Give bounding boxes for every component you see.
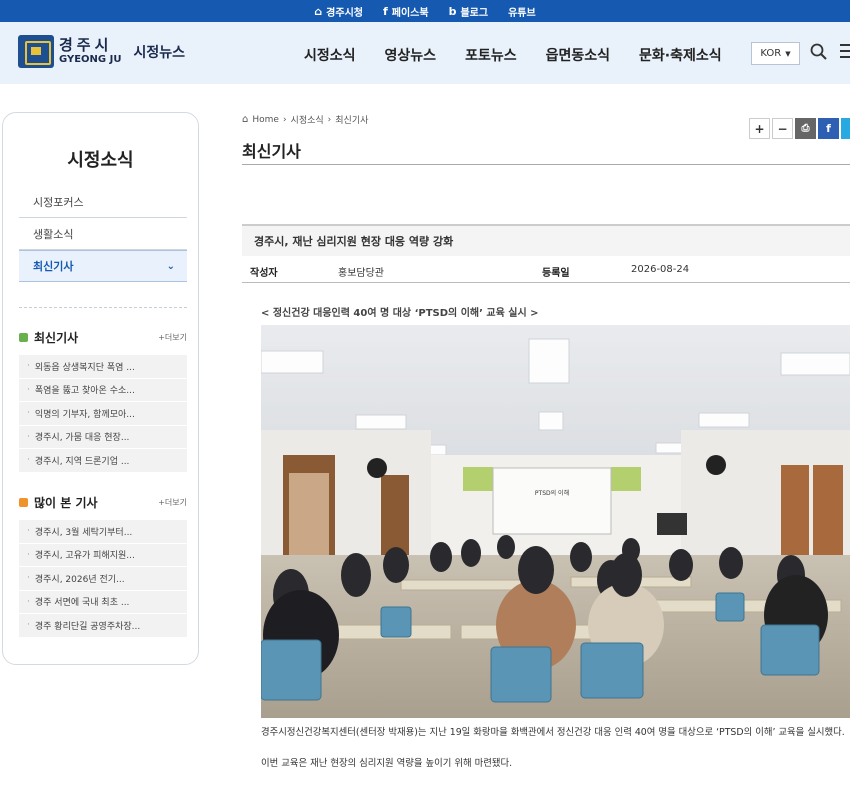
topbar-link-facebook[interactable]: f 페이스북	[383, 4, 429, 19]
hamburger-menu-icon[interactable]	[840, 44, 850, 58]
latest-box-header: 최신기사 +더보기	[19, 329, 187, 346]
topbar-link-blog[interactable]: b 블로그	[449, 4, 488, 19]
blog-icon: b	[448, 4, 457, 18]
nav-festival-news[interactable]: 문화·축제소식	[639, 45, 722, 65]
breadcrumb-level2[interactable]: 최신기사	[335, 113, 368, 126]
latest-more-link[interactable]: +더보기	[158, 332, 187, 343]
orange-square-icon	[19, 498, 28, 507]
breadcrumb-home[interactable]: Home	[252, 115, 279, 125]
popular-box-header: 많이 본 기사 +더보기	[19, 494, 187, 511]
list-item[interactable]: 경주시, 지역 드론기업 ...	[19, 449, 187, 473]
home-icon: ⌂	[314, 4, 323, 18]
page-title: 최신기사	[242, 142, 301, 161]
twitter-share-icon[interactable]	[841, 118, 850, 139]
city-emblem-icon	[18, 35, 54, 68]
logo-korean-text: 경주시	[59, 36, 113, 54]
author-label: 작성자	[250, 268, 278, 279]
author-value: 홍보담당관	[338, 268, 384, 279]
list-item[interactable]: 경주 황리단길 공영주차장...	[19, 614, 187, 638]
section-name: 시정뉴스	[133, 44, 185, 61]
article-title: 경주시, 재난 심리지원 현장 대응 역량 강화	[242, 224, 850, 256]
article-paragraph: 경주시정신건강복지센터(센터장 박재용)는 지난 19일 화랑마을 화백관에서 …	[261, 727, 845, 738]
latest-box-title: 최신기사	[34, 331, 79, 345]
sidebar-divider	[19, 307, 187, 308]
article-meta: 작성자 홍보담당관 등록일 2026-08-24	[242, 258, 850, 283]
topbar-link-youtube[interactable]: 유튜브	[508, 4, 536, 19]
chevron-right-icon: ›	[327, 114, 332, 125]
list-item[interactable]: 경주시, 고유가 피해지원...	[19, 543, 187, 567]
topbar-link-city-hall[interactable]: ⌂ 경주시청	[314, 4, 363, 19]
site-header: 경주시 GYEONG JU 시정뉴스 시정소식 영상뉴스 포토뉴스 읍면동소식 …	[0, 22, 850, 84]
search-icon[interactable]	[810, 43, 827, 60]
home-icon: ⌂	[242, 114, 249, 125]
breadcrumb: ⌂ Home › 시정소식 › 최신기사	[242, 113, 368, 126]
list-item[interactable]: 경주시, 가뭄 대응 현장...	[19, 425, 187, 449]
article-paragraph: 이번 교육은 재난 현장의 심리지원 역량을 높이기 위해 마련됐다.	[261, 758, 513, 769]
logo-english-text: GYEONG JU	[59, 54, 122, 65]
article-photo: PTSD의 이해	[261, 325, 850, 718]
list-item[interactable]: 경주시, 3월 세탁기부터...	[19, 520, 187, 544]
print-icon[interactable]: ⎙	[795, 118, 816, 139]
date-label: 등록일	[542, 268, 570, 279]
list-item[interactable]: 폭염을 뚫고 찾아온 수소...	[19, 378, 187, 402]
chevron-down-icon: ⌄	[166, 260, 175, 272]
sidebar: 시정소식 시정포커스 생활소식 최신기사⌄ 최신기사 +더보기 외동읍 상생복지…	[2, 112, 199, 665]
facebook-share-icon[interactable]: f	[818, 118, 839, 139]
caret-down-icon: ▼	[785, 49, 791, 58]
facebook-icon: f	[382, 4, 388, 18]
title-divider	[242, 164, 850, 165]
nav-district-news[interactable]: 읍면동소식	[546, 45, 610, 65]
zoom-in-button[interactable]: +	[749, 118, 770, 139]
sidebar-item-life-news[interactable]: 생활소식	[19, 218, 187, 250]
language-select[interactable]: KOR ▼	[751, 42, 800, 65]
sidebar-item-focus[interactable]: 시정포커스	[19, 186, 187, 218]
page-tools: + − ⎙ f	[749, 118, 850, 139]
site-logo[interactable]: 경주시 GYEONG JU 시정뉴스	[18, 35, 185, 68]
list-item[interactable]: 익명의 기부자, 함께모아...	[19, 402, 187, 426]
latest-list: 외동읍 상생복지단 폭염 ... 폭염을 뚫고 찾아온 수소... 익명의 기부…	[19, 355, 187, 473]
screen-text: PTSD의 이해	[535, 489, 569, 497]
popular-list: 경주시, 3월 세탁기부터... 경주시, 고유가 피해지원... 경주시, 2…	[19, 520, 187, 638]
zoom-out-button[interactable]: −	[772, 118, 793, 139]
date-value: 2026-08-24	[631, 264, 690, 275]
list-item[interactable]: 경주시, 2026년 전기...	[19, 567, 187, 591]
list-item[interactable]: 외동읍 상생복지단 폭염 ...	[19, 355, 187, 379]
chevron-right-icon: ›	[282, 114, 287, 125]
sidebar-menu: 시정포커스 생활소식 최신기사 ⌄	[19, 186, 187, 282]
popular-box-title: 많이 본 기사	[34, 496, 98, 510]
nav-video-news[interactable]: 영상뉴스	[385, 45, 437, 65]
list-item[interactable]: 경주 서면에 국내 최초 ...	[19, 590, 187, 614]
popular-more-link[interactable]: +더보기	[158, 497, 187, 508]
nav-city-news[interactable]: 시정소식	[304, 45, 356, 65]
breadcrumb-level1[interactable]: 시정소식	[291, 113, 324, 126]
main-navigation: 시정소식 영상뉴스 포토뉴스 읍면동소식 문화·축제소식	[304, 45, 722, 65]
green-square-icon	[19, 333, 28, 342]
sidebar-title: 시정소식	[67, 150, 134, 171]
article-body: 경주시정신건강복지센터(센터장 박재용)는 지난 19일 화랑마을 화백관에서 …	[261, 725, 847, 772]
article-subhead: < 정신건강 대응인력 40여 명 대상 ‘PTSD의 이해’ 교육 실시 >	[261, 308, 539, 319]
top-utility-bar: ⌂ 경주시청 f 페이스북 b 블로그 유튜브	[0, 0, 850, 22]
sidebar-item-latest[interactable]: 최신기사 ⌄	[19, 250, 187, 282]
nav-photo-news[interactable]: 포토뉴스	[465, 45, 517, 65]
